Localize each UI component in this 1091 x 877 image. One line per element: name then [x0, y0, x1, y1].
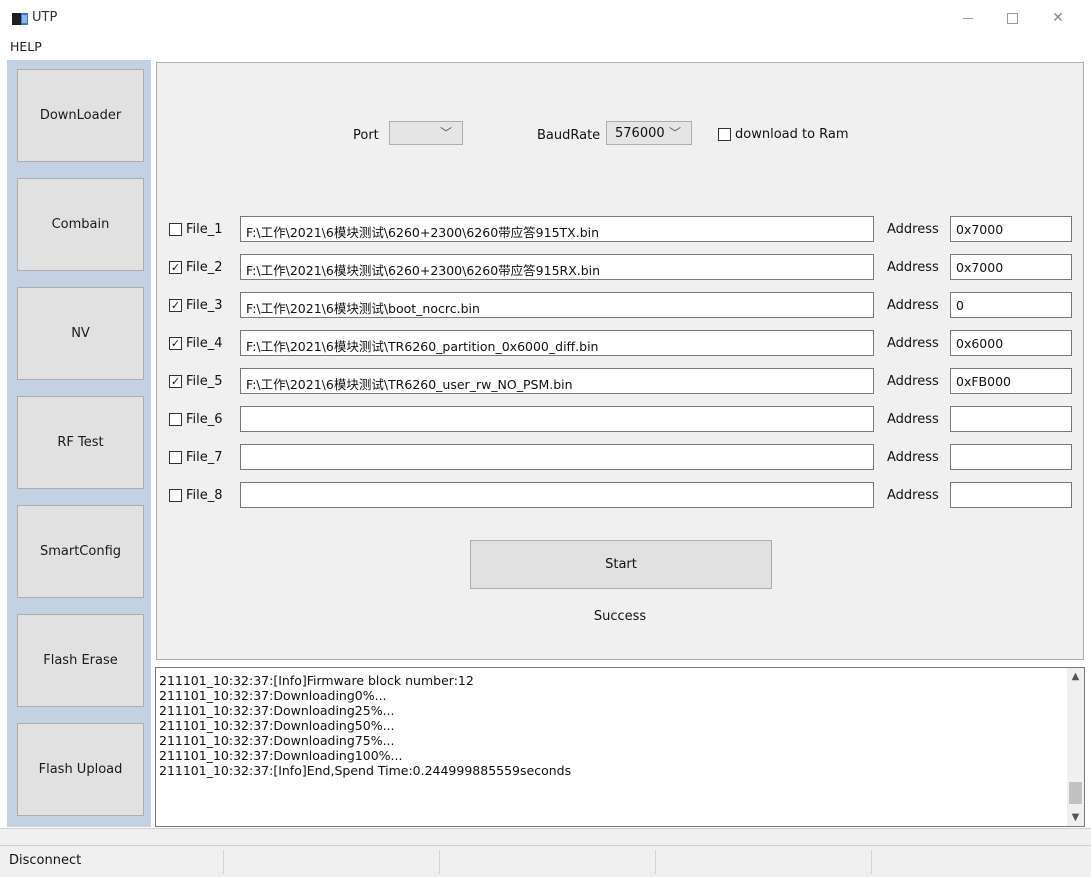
file-8-label: File_8 — [186, 488, 223, 503]
title-bar: UTP ✕ — [0, 0, 1091, 36]
log-line: 211101_10:32:37:Downloading25%... — [159, 703, 395, 718]
file-7-checkbox[interactable] — [169, 451, 182, 464]
file-4-address-input[interactable]: 0x6000 — [950, 330, 1072, 356]
file-3-address-label: Address — [887, 298, 939, 313]
file-1-address-input[interactable]: 0x7000 — [950, 216, 1072, 242]
check-icon: ✓ — [170, 299, 181, 312]
file-7-address-input[interactable] — [950, 444, 1072, 470]
file-4-checkbox[interactable]: ✓ — [169, 337, 182, 350]
file-8-address-input[interactable] — [950, 482, 1072, 508]
status-divider — [223, 850, 224, 874]
check-icon: ✓ — [170, 337, 181, 350]
file-3-path-input[interactable]: F:\工作\2021\6模块测试\boot_nocrc.bin — [240, 292, 874, 318]
baudrate-value: 576000 — [615, 126, 665, 141]
download-to-ram-checkbox[interactable] — [718, 128, 731, 141]
file-5-checkbox[interactable]: ✓ — [169, 375, 182, 388]
check-icon: ✓ — [170, 375, 181, 388]
minimize-button[interactable] — [948, 0, 988, 36]
status-divider — [439, 850, 440, 874]
file-1-address-label: Address — [887, 222, 939, 237]
file-4-label: File_4 — [186, 336, 223, 351]
chevron-down-icon: ﹀ — [439, 126, 452, 140]
close-icon: ✕ — [1052, 10, 1064, 26]
downloader-panel: Port ﹀ BaudRate 576000 ﹀ download to Ram… — [156, 62, 1084, 660]
check-icon: ✓ — [170, 261, 181, 274]
file-1-path-input[interactable]: F:\工作\2021\6模块测试\6260+2300\6260带应答915TX.… — [240, 216, 874, 242]
sidebar-item-flash-upload[interactable]: Flash Upload — [17, 723, 144, 816]
file-8-checkbox[interactable] — [169, 489, 182, 502]
file-2-checkbox[interactable]: ✓ — [169, 261, 182, 274]
file-2-label: File_2 — [186, 260, 223, 275]
file-6-checkbox[interactable] — [169, 413, 182, 426]
status-divider — [655, 850, 656, 874]
sidebar-item-downloader[interactable]: DownLoader — [17, 69, 144, 162]
file-1-checkbox[interactable] — [169, 223, 182, 236]
status-divider — [871, 850, 872, 874]
status-bar: Disconnect — [0, 846, 1091, 877]
file-2-address-label: Address — [887, 260, 939, 275]
connection-status: Disconnect — [9, 853, 82, 868]
log-line: 211101_10:32:37:Downloading100%... — [159, 748, 403, 763]
sidebar-item-flash-erase[interactable]: Flash Erase — [17, 614, 144, 707]
file-6-address-input[interactable] — [950, 406, 1072, 432]
file-3-label: File_3 — [186, 298, 223, 313]
download-status: Success — [593, 609, 647, 624]
start-button[interactable]: Start — [470, 540, 772, 589]
app-icon — [12, 13, 28, 25]
minimize-icon — [963, 17, 973, 19]
file-2-address-input[interactable]: 0x7000 — [950, 254, 1072, 280]
chevron-down-icon: ﹀ — [668, 126, 681, 140]
file-4-path-input[interactable]: F:\工作\2021\6模块测试\TR6260_partition_0x6000… — [240, 330, 874, 356]
baudrate-label: BaudRate — [537, 128, 601, 143]
file-1-label: File_1 — [186, 222, 223, 237]
file-7-label: File_7 — [186, 450, 223, 465]
maximize-button[interactable] — [992, 0, 1032, 36]
menu-help[interactable]: HELP — [10, 39, 42, 54]
port-select[interactable]: ﹀ — [389, 121, 463, 145]
divider — [0, 828, 1091, 846]
close-button[interactable]: ✕ — [1038, 0, 1078, 36]
file-7-address-label: Address — [887, 450, 939, 465]
maximize-icon — [1006, 12, 1018, 24]
scroll-down-icon[interactable]: ▼ — [1067, 812, 1084, 823]
scroll-up-icon[interactable]: ▲ — [1067, 671, 1084, 682]
sidebar-item-smartconfig[interactable]: SmartConfig — [17, 505, 144, 598]
file-6-label: File_6 — [186, 412, 223, 427]
log-output[interactable]: 211101_10:32:37:[Info]Firmware block num… — [155, 667, 1085, 827]
file-8-path-input[interactable] — [240, 482, 874, 508]
file-2-path-input[interactable]: F:\工作\2021\6模块测试\6260+2300\6260带应答915RX.… — [240, 254, 874, 280]
file-4-address-label: Address — [887, 336, 939, 351]
log-line: 211101_10:32:37:[Info]Firmware block num… — [159, 673, 474, 688]
log-line: 211101_10:32:37:Downloading75%... — [159, 733, 395, 748]
sidebar: DownLoader Combain NV RF Test SmartConfi… — [7, 60, 151, 827]
log-scrollbar[interactable]: ▲ ▼ — [1067, 668, 1084, 826]
window-title: UTP — [32, 10, 58, 25]
scroll-thumb[interactable] — [1069, 782, 1082, 804]
file-5-address-label: Address — [887, 374, 939, 389]
file-5-address-input[interactable]: 0xFB000 — [950, 368, 1072, 394]
baudrate-select[interactable]: 576000 ﹀ — [606, 121, 692, 145]
sidebar-item-combain[interactable]: Combain — [17, 178, 144, 271]
file-5-path-input[interactable]: F:\工作\2021\6模块测试\TR6260_user_rw_NO_PSM.b… — [240, 368, 874, 394]
file-3-address-input[interactable]: 0 — [950, 292, 1072, 318]
file-5-label: File_5 — [186, 374, 223, 389]
sidebar-item-nv[interactable]: NV — [17, 287, 144, 380]
file-3-checkbox[interactable]: ✓ — [169, 299, 182, 312]
file-6-path-input[interactable] — [240, 406, 874, 432]
log-line: 211101_10:32:37:Downloading0%... — [159, 688, 387, 703]
log-line: 211101_10:32:37:[Info]End,Spend Time:0.2… — [159, 763, 572, 778]
file-8-address-label: Address — [887, 488, 939, 503]
log-line: 211101_10:32:37:Downloading50%... — [159, 718, 395, 733]
sidebar-item-rf-test[interactable]: RF Test — [17, 396, 144, 489]
download-to-ram-label: download to Ram — [735, 127, 849, 142]
log-lines: 211101_10:32:37:[Info]Firmware block num… — [159, 673, 571, 778]
file-6-address-label: Address — [887, 412, 939, 427]
file-7-path-input[interactable] — [240, 444, 874, 470]
port-label: Port — [353, 128, 379, 143]
